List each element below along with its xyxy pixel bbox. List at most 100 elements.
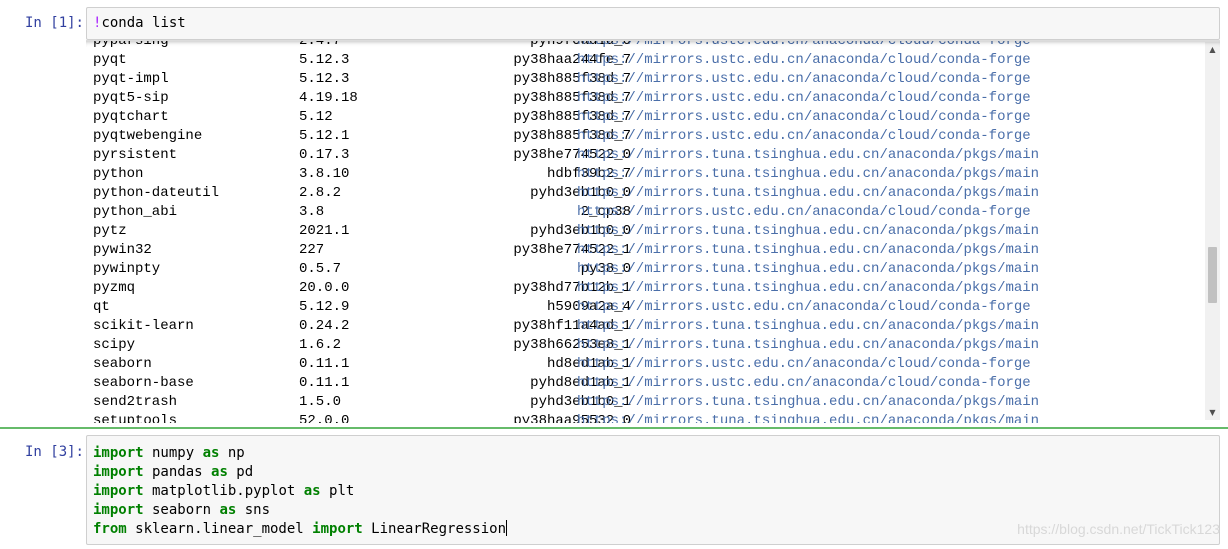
package-row: seaborn 0.11.1 hd8ed1ab_1 https://mirrors.u… xyxy=(86,355,1206,374)
package-name: setuptools xyxy=(93,413,178,423)
package-name: seaborn-base xyxy=(93,375,194,391)
package-name: pyqt5-sip xyxy=(93,90,169,106)
code-text: np xyxy=(219,445,245,461)
package-channel: https://mirrors.ustc.edu.cn/anaconda/clo… xyxy=(577,356,1031,372)
package-version: 227 xyxy=(299,242,325,258)
package-channel: https://mirrors.ustc.edu.cn/anaconda/clo… xyxy=(577,375,1031,391)
package-name: pytz xyxy=(93,223,127,239)
package-row: python 3.8.10 hdbf39b2_7 https://mirrors.tu… xyxy=(86,165,1206,184)
package-row: pyqtwebengine 5.12.1 py38h885f38d_7 https:/… xyxy=(86,127,1206,146)
package-row: send2trash 1.5.0 pyhd3eb1b0_1 https://mirro… xyxy=(86,393,1206,412)
package-channel: https://mirrors.tuna.tsinghua.edu.cn/ana… xyxy=(577,318,1040,334)
package-version: 2.4.7 xyxy=(299,40,342,49)
package-version: 0.17.3 xyxy=(299,147,350,163)
code-text: matplotlib.pyplot xyxy=(143,483,304,499)
code-line: import matplotlib.pyplot as plt xyxy=(87,482,1219,501)
package-channel: https://mirrors.ustc.edu.cn/anaconda/clo… xyxy=(577,204,1031,220)
package-channel: https://mirrors.tuna.tsinghua.edu.cn/ana… xyxy=(577,413,1040,423)
package-channel: https://mirrors.tuna.tsinghua.edu.cn/ana… xyxy=(577,280,1040,296)
package-name: pywinpty xyxy=(93,261,161,277)
package-list: pyparsing 2.4.7 pyh9f0ad1d_0 https://mirror… xyxy=(86,40,1206,423)
package-version: 1.6.2 xyxy=(299,337,342,353)
package-row: pyrsistent 0.17.3 py38he774522_0 https://mi… xyxy=(86,146,1206,165)
cell-2-prompt: In [3]: xyxy=(24,444,84,460)
package-version: 52.0.0 xyxy=(299,413,350,423)
package-row: pywinpty 0.5.7 py38_0 https://mirrors.tuna.… xyxy=(86,260,1206,279)
code-text: pd xyxy=(227,464,254,480)
package-channel: https://mirrors.tuna.tsinghua.edu.cn/ana… xyxy=(577,394,1040,410)
package-channel: https://mirrors.ustc.edu.cn/anaconda/clo… xyxy=(577,299,1031,315)
package-channel: https://mirrors.ustc.edu.cn/anaconda/clo… xyxy=(577,128,1031,144)
package-row: pyparsing 2.4.7 pyh9f0ad1d_0 https://mirror… xyxy=(86,40,1206,51)
text-cursor xyxy=(506,520,508,536)
package-row: pytz 2021.1 pyhd3eb1b0_0 https://mirrors.tu… xyxy=(86,222,1206,241)
package-name: scipy xyxy=(93,337,136,353)
code-line: import pandas as pd xyxy=(87,463,1219,482)
package-row: python_abi 3.8 2_cp38 https://mirrors.ustc.… xyxy=(86,203,1206,222)
package-channel: https://mirrors.tuna.tsinghua.edu.cn/ana… xyxy=(577,242,1040,258)
cell-1-input[interactable]: !conda list xyxy=(86,7,1220,40)
package-row: pyqt 5.12.3 py38haa244fe_7 https://mirrors.… xyxy=(86,51,1206,70)
watermark: https://blog.csdn.net/TickTick123 xyxy=(1017,521,1220,537)
package-name: pyqt-impl xyxy=(93,71,169,87)
scroll-down-arrow-icon[interactable]: ▼ xyxy=(1205,405,1220,420)
package-row: pyqtchart 5.12 py38h885f38d_7 https://mirro… xyxy=(86,108,1206,127)
keyword: from xyxy=(93,521,127,537)
package-row: scipy 1.6.2 py38h66253e8_1 https://mirrors.… xyxy=(86,336,1206,355)
package-channel: https://mirrors.tuna.tsinghua.edu.cn/ana… xyxy=(577,261,1040,277)
package-version: 4.19.18 xyxy=(299,90,358,106)
package-row: python-dateutil 2.8.2 pyhd3eb1b0_0 https://… xyxy=(86,184,1206,203)
package-version: 0.11.1 xyxy=(299,375,350,391)
package-version: 5.12.3 xyxy=(299,52,350,68)
package-row: pyzmq 20.0.0 py38hd77b12b_1 https://mirrors… xyxy=(86,279,1206,298)
package-version: 3.8 xyxy=(299,204,325,220)
code-line: import seaborn as sns xyxy=(87,501,1219,520)
package-name: send2trash xyxy=(93,394,178,410)
package-name: pyzmq xyxy=(93,280,136,296)
package-version: 20.0.0 xyxy=(299,280,350,296)
package-version: 5.12 xyxy=(299,109,333,125)
code-text: plt xyxy=(320,483,355,499)
keyword: as xyxy=(303,483,321,499)
package-channel: https://mirrors.ustc.edu.cn/anaconda/clo… xyxy=(577,71,1031,87)
package-version: 0.5.7 xyxy=(299,261,342,277)
package-version: 5.12.9 xyxy=(299,299,350,315)
package-row: pyqt-impl 5.12.3 py38h885f38d_7 https://mir… xyxy=(86,70,1206,89)
keyword: import xyxy=(93,464,144,480)
package-version: 0.11.1 xyxy=(299,356,350,372)
keyword: import xyxy=(93,483,144,499)
keyword: import xyxy=(93,445,144,461)
code-text: pandas xyxy=(143,464,212,480)
cell-1-code-line: !conda list xyxy=(87,8,1219,33)
code-text: seaborn xyxy=(143,502,220,518)
code-text: sklearn.linear_model xyxy=(126,521,313,537)
package-name: python-dateutil xyxy=(93,185,220,201)
code-text: sns xyxy=(236,502,271,518)
package-version: 1.5.0 xyxy=(299,394,342,410)
output-scrollbar[interactable]: ▲ ▼ xyxy=(1205,42,1220,420)
package-row: scikit-learn 0.24.2 py38hf11a4ad_1 https://… xyxy=(86,317,1206,336)
keyword: import xyxy=(93,502,144,518)
scrollbar-thumb[interactable] xyxy=(1208,246,1217,303)
keyword: as xyxy=(211,464,228,480)
package-name: python_abi xyxy=(93,204,178,220)
package-name: scikit-learn xyxy=(93,318,194,334)
package-channel: https://mirrors.tuna.tsinghua.edu.cn/ana… xyxy=(577,337,1040,353)
package-name: pyparsing xyxy=(93,40,169,49)
code-text: numpy xyxy=(143,445,203,461)
package-channel: https://mirrors.tuna.tsinghua.edu.cn/ana… xyxy=(577,147,1040,163)
package-channel: https://mirrors.ustc.edu.cn/anaconda/clo… xyxy=(577,40,1031,49)
command-text: conda list xyxy=(101,15,186,31)
package-name: python xyxy=(93,166,144,182)
keyword: import xyxy=(312,521,363,537)
package-name: pyqtwebengine xyxy=(93,128,203,144)
package-name: seaborn xyxy=(93,356,152,372)
package-channel: https://mirrors.ustc.edu.cn/anaconda/clo… xyxy=(577,52,1031,68)
package-channel: https://mirrors.ustc.edu.cn/anaconda/clo… xyxy=(577,90,1031,106)
package-version: 5.12.1 xyxy=(299,128,350,144)
package-row: setuptools 52.0.0 py38haa95532_0 https://mi… xyxy=(86,412,1206,423)
package-version: 0.24.2 xyxy=(299,318,350,334)
package-row: pyqt5-sip 4.19.18 py38h885f38d_7 https://mi… xyxy=(86,89,1206,108)
keyword: as xyxy=(202,445,220,461)
cell-1-output-area[interactable]: pyparsing 2.4.7 pyh9f0ad1d_0 https://mirror… xyxy=(86,40,1220,423)
